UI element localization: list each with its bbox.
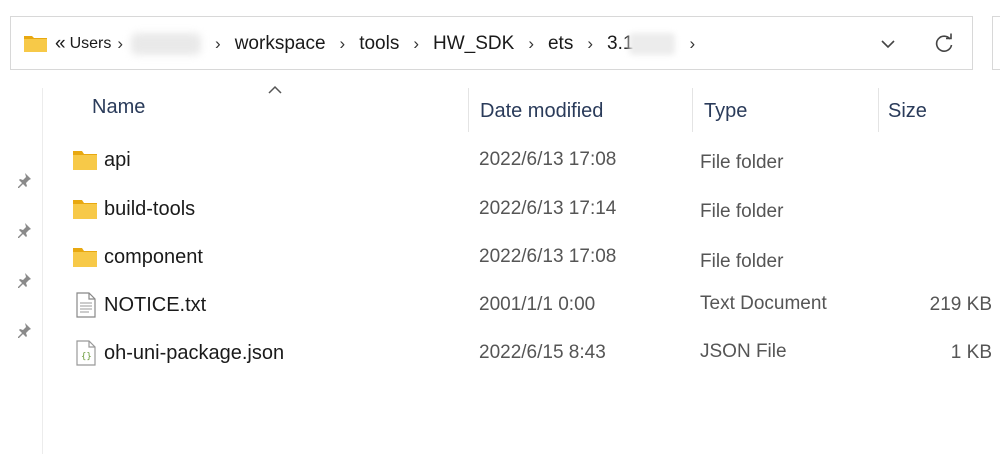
column-divider[interactable] — [692, 88, 693, 132]
file-name: api — [104, 149, 131, 171]
list-item[interactable]: build-tools 2022/6/13 17:14 File folder — [60, 188, 1000, 236]
column-header-name[interactable]: Name — [92, 96, 145, 119]
file-size: 1 KB — [950, 342, 992, 363]
svg-text:{}: {} — [81, 352, 92, 362]
text-file-icon — [76, 292, 96, 318]
file-date: 2022/6/13 17:14 — [479, 198, 617, 219]
overflow-chevron[interactable]: « — [55, 33, 66, 55]
chevron-right-icon[interactable]: › — [340, 34, 346, 54]
folder-icon — [73, 151, 97, 170]
folder-icon — [73, 200, 97, 219]
file-type: File folder — [700, 251, 784, 272]
list-item[interactable]: NOTICE.txt 2001/1/1 0:00 Text Document 2… — [60, 284, 1000, 332]
file-name: build-tools — [104, 198, 196, 220]
column-header-date[interactable]: Date modified — [480, 100, 603, 123]
json-file-icon: {} — [76, 340, 96, 366]
crumb-tools[interactable]: tools — [359, 33, 399, 55]
sort-ascending-icon — [268, 85, 282, 94]
file-name: oh-uni-package.json — [104, 342, 285, 364]
crumb-ets[interactable]: ets — [548, 33, 573, 55]
list-item[interactable]: component 2022/6/13 17:08 File folder — [60, 236, 1000, 284]
chevron-right-icon[interactable]: › — [528, 34, 534, 54]
pin-icon[interactable] — [16, 221, 34, 239]
file-name: NOTICE.txt — [104, 294, 207, 316]
file-date: 2022/6/13 17:08 — [479, 246, 617, 267]
file-type: File folder — [700, 201, 784, 222]
chevron-right-icon[interactable]: › — [215, 34, 221, 54]
chevron-right-icon[interactable]: › — [413, 34, 419, 54]
file-type: File folder — [700, 152, 784, 173]
list-item[interactable]: api 2022/6/13 17:08 File folder — [60, 139, 1000, 187]
file-size: 219 KB — [929, 294, 992, 315]
list-item[interactable]: {} oh-uni-package.json 2022/6/15 8:43 JS… — [60, 332, 1000, 380]
column-header-type[interactable]: Type — [704, 100, 747, 123]
folder-icon — [24, 36, 47, 52]
chevron-right-icon[interactable]: › — [117, 34, 123, 54]
chevron-right-icon[interactable]: › — [587, 34, 593, 54]
file-date: 2022/6/15 8:43 — [479, 342, 606, 363]
address-bar[interactable]: « Users › › workspace › tools › HW_SDK ›… — [10, 16, 973, 70]
file-type: JSON File — [700, 341, 787, 362]
file-name: component — [104, 246, 203, 268]
crumb-redacted[interactable] — [131, 33, 202, 55]
crumb-workspace[interactable]: workspace — [235, 33, 326, 55]
pin-icon[interactable] — [16, 271, 34, 289]
chevron-right-icon[interactable]: › — [689, 34, 695, 54]
file-date: 2022/6/13 17:08 — [479, 149, 617, 170]
pin-icon[interactable] — [16, 321, 34, 339]
pin-icon[interactable] — [16, 171, 34, 189]
file-type: Text Document — [700, 293, 827, 314]
breadcrumb: « Users › › workspace › tools › HW_SDK ›… — [55, 17, 709, 71]
nav-pane-divider — [42, 88, 43, 454]
crumb-users[interactable]: Users — [70, 35, 112, 53]
crumb-hw-sdk[interactable]: HW_SDK — [433, 33, 514, 55]
crumb-redacted-tail — [629, 33, 676, 55]
column-divider[interactable] — [468, 88, 469, 132]
column-divider[interactable] — [878, 88, 879, 132]
chevron-down-icon[interactable] — [878, 34, 898, 54]
file-date: 2001/1/1 0:00 — [479, 294, 596, 315]
folder-icon — [73, 248, 97, 267]
column-header-size[interactable]: Size — [888, 100, 927, 123]
search-box-edge[interactable] — [992, 16, 1000, 70]
refresh-icon[interactable] — [933, 33, 955, 55]
